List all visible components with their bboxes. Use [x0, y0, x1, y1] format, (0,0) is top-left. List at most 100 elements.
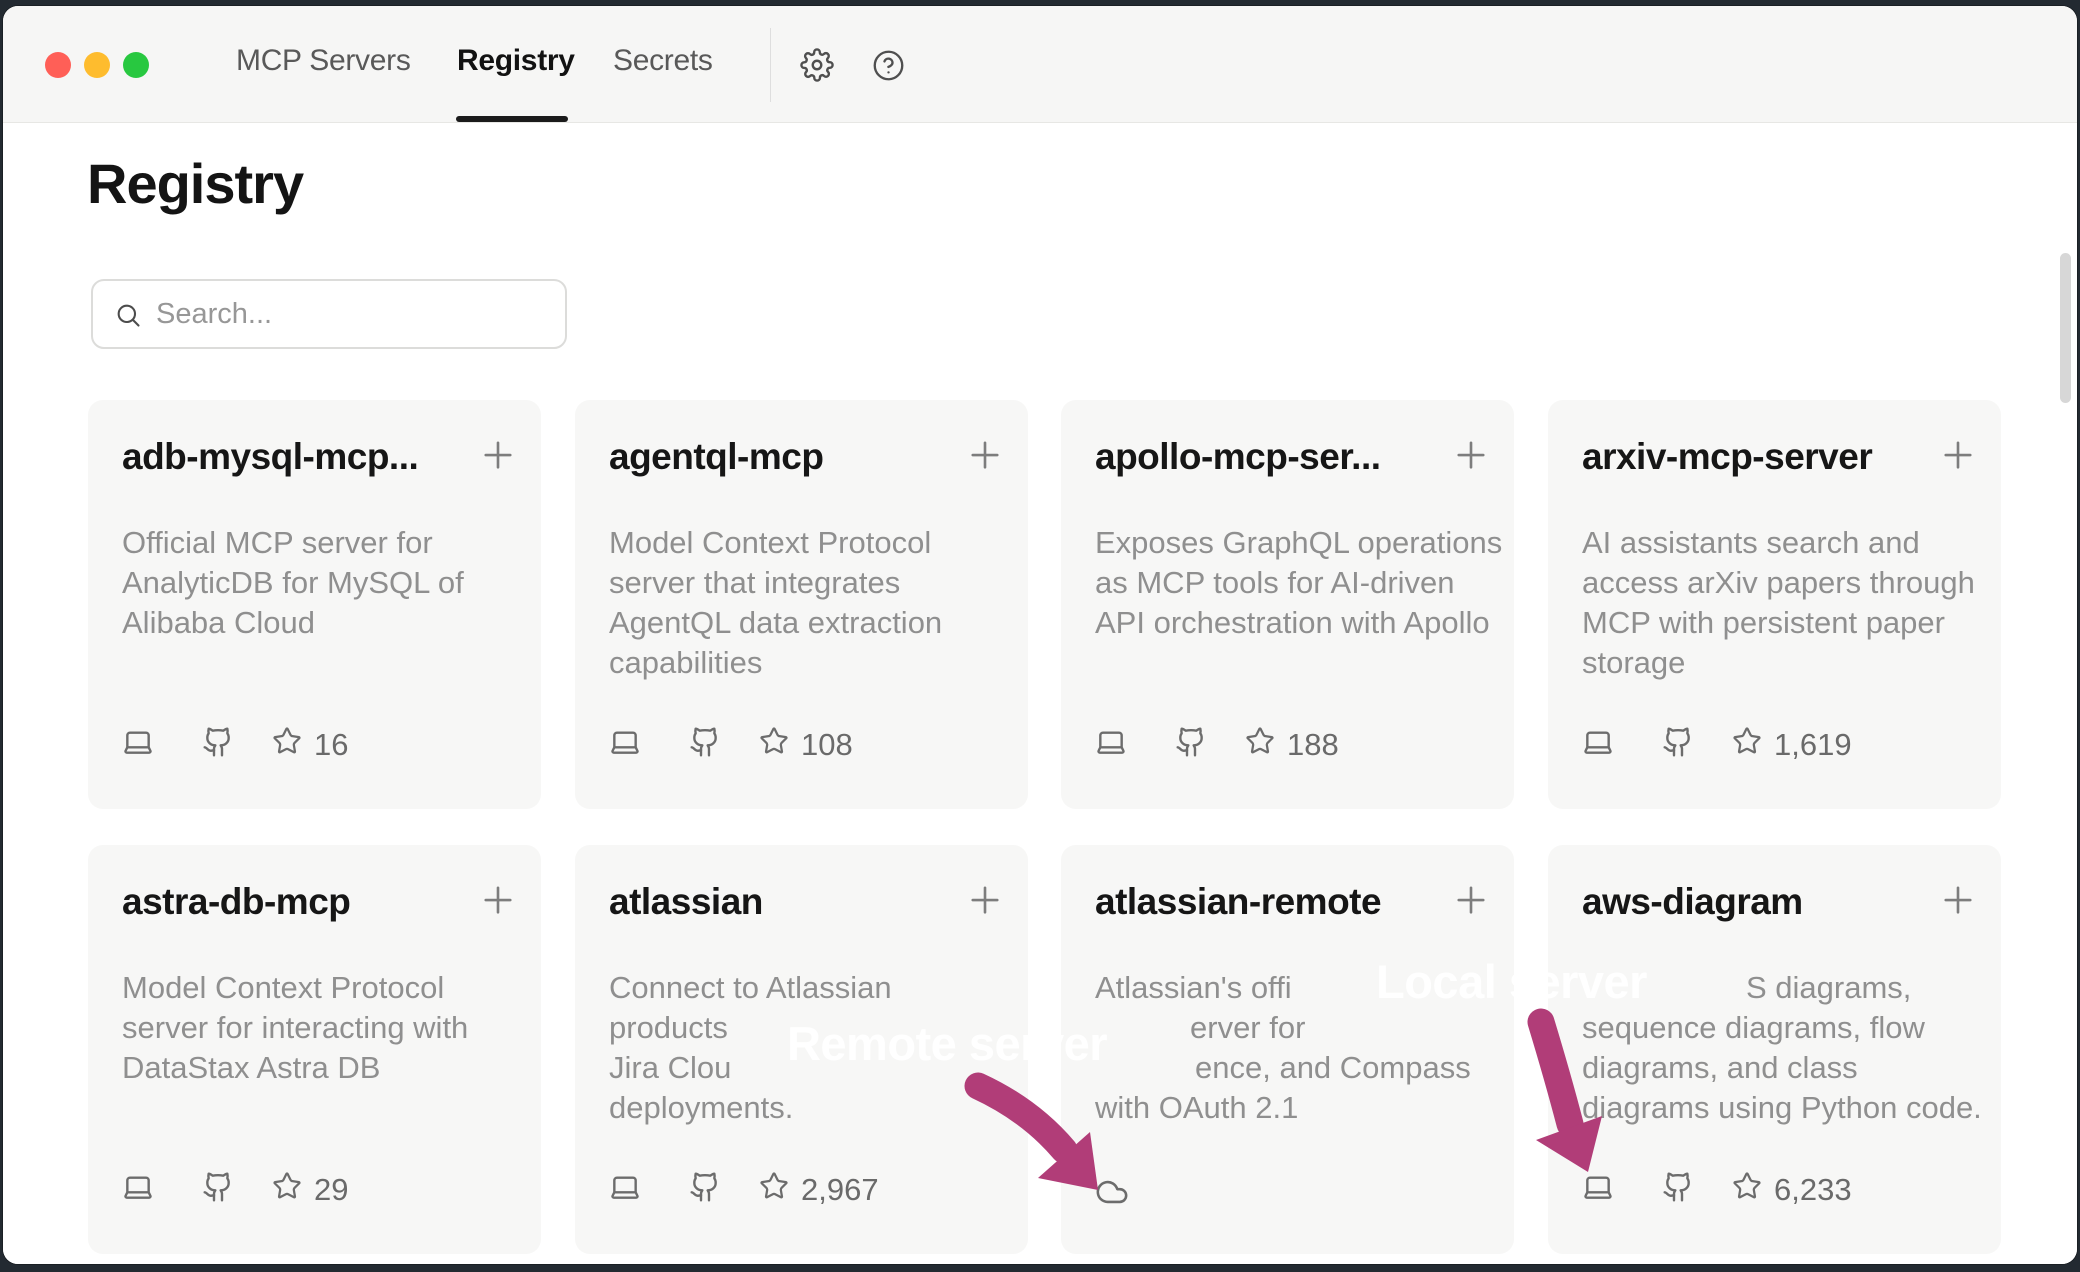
search-placeholder: Search... — [156, 298, 272, 331]
active-tab-indicator — [456, 116, 568, 122]
laptop-icon — [1582, 1171, 1614, 1203]
search-input[interactable]: Search... — [91, 279, 567, 349]
add-server-button[interactable] — [1450, 434, 1492, 476]
star-icon — [272, 1171, 304, 1203]
laptop-icon — [1095, 726, 1127, 758]
description-line: S diagrams, — [1582, 970, 1981, 1010]
laptop-icon — [609, 1171, 641, 1203]
server-card: adb-mysql-mcp... Official MCP server forA… — [88, 400, 541, 809]
star-count: 188 — [1287, 727, 1339, 763]
github-icon — [202, 1171, 234, 1203]
server-card: aws-diagramS diagrams,sequence diagrams,… — [1548, 845, 2001, 1254]
star-count: 29 — [314, 1172, 348, 1208]
description-line: erver for — [1095, 1010, 1494, 1050]
description-line: AnalyticDB for MySQL of — [122, 565, 521, 605]
description-line: DataStax Astra DB — [122, 1050, 521, 1090]
server-name: arxiv-mcp-server — [1582, 436, 1922, 478]
star-count: 2,967 — [801, 1172, 879, 1208]
star-icon — [1245, 726, 1277, 758]
server-name: aws-diagram — [1582, 881, 1922, 923]
github-icon — [1662, 1171, 1694, 1203]
laptop-icon — [1582, 726, 1614, 758]
server-card: atlassian-remote Atlassian's offierver fo… — [1061, 845, 1514, 1254]
help-icon[interactable] — [872, 49, 906, 83]
laptop-icon — [122, 1171, 154, 1203]
server-card-footer: 108 — [609, 722, 1008, 766]
scrollbar-thumb[interactable] — [2060, 253, 2071, 403]
description-line: Model Context Protocol — [122, 970, 521, 1010]
server-name: atlassian — [609, 881, 949, 923]
description-line: as MCP tools for AI-driven — [1095, 565, 1494, 605]
description-line: Atlassian's offi — [1095, 970, 1494, 1010]
star-icon — [1732, 1171, 1764, 1203]
description-line: storage — [1582, 645, 1981, 685]
add-server-button[interactable] — [477, 879, 519, 921]
add-server-button[interactable] — [964, 434, 1006, 476]
server-description: Official MCP server forAnalyticDB for My… — [122, 525, 521, 645]
description-line: Exposes GraphQL operations — [1095, 525, 1494, 565]
tab-registry[interactable]: Registry — [457, 44, 575, 78]
server-card-footer: 6,233 — [1582, 1167, 1981, 1211]
description-line: diagrams, and class — [1582, 1050, 1981, 1090]
server-description: Model Context Protocolserver that integr… — [609, 525, 1008, 685]
tab-mcp-servers[interactable]: MCP Servers — [236, 44, 411, 78]
app-window: MCP Servers Registry Secrets Registry — [3, 6, 2077, 1264]
description-line: Alibaba Cloud — [122, 605, 521, 645]
server-card-footer: 188 — [1095, 722, 1494, 766]
cloud-icon — [1095, 1175, 1127, 1207]
server-card: agentql-mcp Model Context Protocolserver … — [575, 400, 1028, 809]
add-server-button[interactable] — [477, 434, 519, 476]
description-line: AI assistants search and — [1582, 525, 1981, 565]
description-line: access arXiv papers through — [1582, 565, 1981, 605]
description-line: Connect to Atlassian — [609, 970, 1008, 1010]
github-icon — [1175, 726, 1207, 758]
tab-secrets[interactable]: Secrets — [613, 44, 713, 78]
minimize-window-button[interactable] — [84, 52, 110, 78]
description-line: Model Context Protocol — [609, 525, 1008, 565]
server-description: AI assistants search andaccess arXiv pap… — [1582, 525, 1981, 685]
toolbar: MCP Servers Registry Secrets — [3, 6, 2077, 123]
description-line: deployments. — [609, 1090, 1008, 1130]
github-icon — [1662, 726, 1694, 758]
server-card: apollo-mcp-ser...Exposes GraphQL operati… — [1061, 400, 1514, 809]
github-icon — [689, 1171, 721, 1203]
server-card-footer: 2,967 — [609, 1167, 1008, 1211]
server-name: atlassian-remote — [1095, 881, 1435, 923]
server-name: agentql-mcp — [609, 436, 949, 478]
server-card-footer — [1095, 1167, 1494, 1211]
add-server-button[interactable] — [1937, 434, 1979, 476]
registry-page: Registry Search... adb-mysql-mcp...Offic… — [3, 123, 2077, 1264]
server-description: Connect to AtlassianproductsJira Cloudep… — [609, 970, 1008, 1130]
description-line: diagrams using Python code. — [1582, 1090, 1981, 1130]
description-line: server that integrates — [609, 565, 1008, 605]
description-line: API orchestration with Apollo — [1095, 605, 1494, 645]
close-window-button[interactable] — [45, 52, 71, 78]
description-line: with OAuth 2.1 — [1095, 1090, 1494, 1130]
server-description: Model Context Protocolserver for interac… — [122, 970, 521, 1090]
add-server-button[interactable] — [1937, 879, 1979, 921]
server-card: atlassian Connect to AtlassianproductsJir… — [575, 845, 1028, 1254]
server-description: Atlassian's offierver forence, and Compa… — [1095, 970, 1494, 1130]
star-icon — [272, 726, 304, 758]
settings-gear-icon[interactable] — [800, 48, 834, 82]
star-icon — [1732, 726, 1764, 758]
description-line: AgentQL data extraction — [609, 605, 1008, 645]
star-icon — [759, 1171, 791, 1203]
server-description: Exposes GraphQL operationsas MCP tools f… — [1095, 525, 1494, 645]
star-icon — [759, 726, 791, 758]
description-line: ence, and Compass — [1095, 1050, 1494, 1090]
github-icon — [202, 726, 234, 758]
github-icon — [689, 726, 721, 758]
star-count: 16 — [314, 727, 348, 763]
server-name: adb-mysql-mcp... — [122, 436, 462, 478]
description-line: server for interacting with — [122, 1010, 521, 1050]
add-server-button[interactable] — [964, 879, 1006, 921]
add-server-button[interactable] — [1450, 879, 1492, 921]
server-card-footer: 16 — [122, 722, 521, 766]
star-count: 1,619 — [1774, 727, 1852, 763]
toolbar-divider — [770, 28, 771, 102]
description-line: products — [609, 1010, 1008, 1050]
zoom-window-button[interactable] — [123, 52, 149, 78]
search-icon — [114, 301, 142, 329]
description-line: MCP with persistent paper — [1582, 605, 1981, 645]
